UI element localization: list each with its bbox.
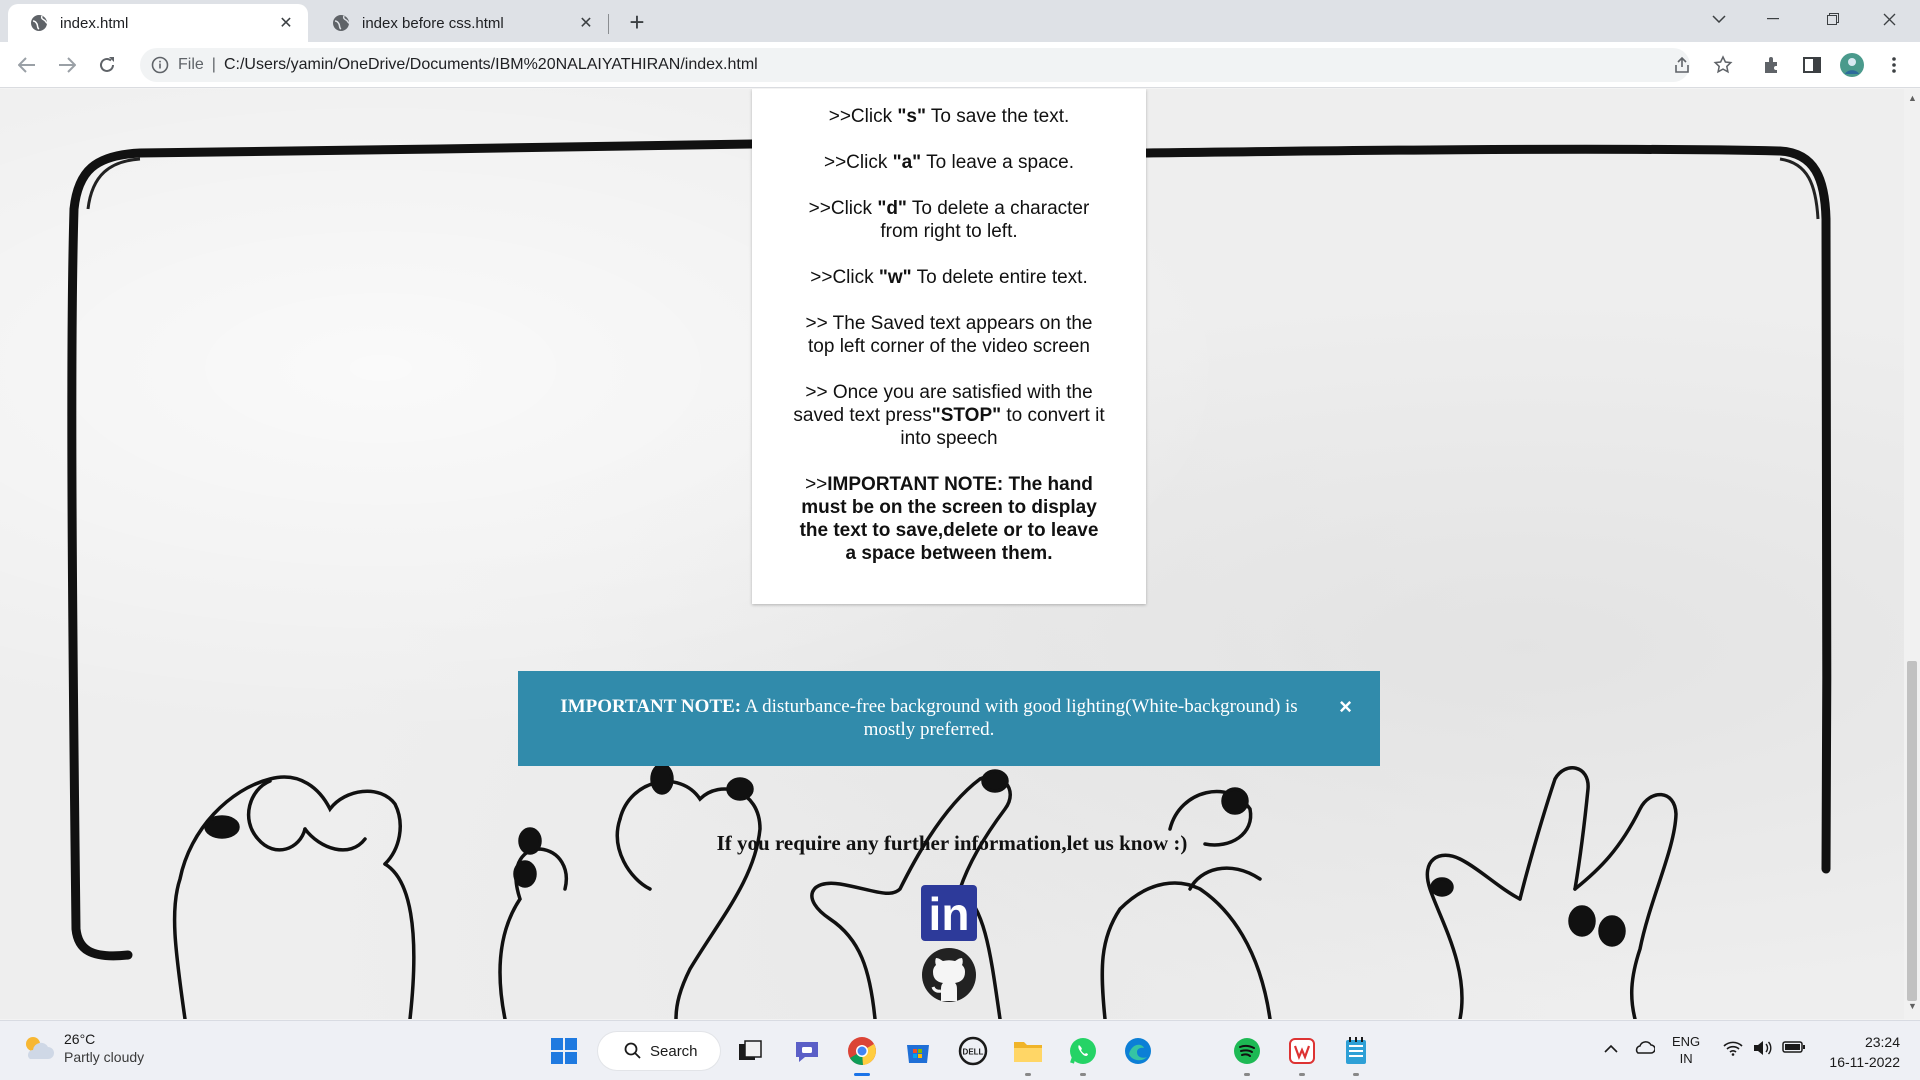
globe-icon	[31, 15, 48, 31]
windows-taskbar: 26°C Partly cloudy Search DELL ENG IN 23…	[0, 1020, 1920, 1080]
instruction-save: >>Click "s" To save the text.	[828, 106, 1070, 127]
page-viewport: >>Click "s" To save the text. >>Click "a…	[0, 89, 1904, 1019]
language-indicator[interactable]: ENG IN	[1672, 1033, 1700, 1067]
alert-title: IMPORTANT NOTE:	[560, 696, 742, 717]
microsoft-store-icon[interactable]	[901, 1034, 935, 1068]
info-icon[interactable]	[150, 55, 170, 75]
weather-temperature: 26°C	[64, 1031, 96, 1047]
side-panel-icon[interactable]	[1798, 51, 1826, 79]
instruction-important-note: >>IMPORTANT NOTE: The hand must be on th…	[799, 474, 1099, 564]
minimize-button[interactable]	[1750, 4, 1796, 34]
teams-chat-icon[interactable]	[790, 1034, 824, 1068]
tab-index-before-css[interactable]: index before css.html ✕	[310, 4, 608, 42]
volume-icon[interactable]	[1752, 1040, 1772, 1059]
share-icon[interactable]	[1668, 51, 1696, 79]
svg-text:DELL: DELL	[963, 1048, 984, 1057]
forward-button[interactable]	[52, 50, 82, 80]
tray-overflow-chevron-icon[interactable]	[1604, 1041, 1618, 1057]
clock-date: 16-11-2022	[1829, 1054, 1900, 1070]
battery-icon[interactable]	[1782, 1040, 1806, 1057]
bookmark-star-icon[interactable]	[1709, 51, 1737, 79]
search-icon	[624, 1042, 641, 1059]
tab-title: index before css.html	[362, 14, 504, 32]
notepad-icon[interactable]	[1339, 1034, 1373, 1076]
onedrive-cloud-icon[interactable]	[1633, 1040, 1656, 1057]
address-divider: |	[211, 56, 216, 73]
tab-search-chevron-icon[interactable]	[1696, 4, 1742, 34]
dell-icon[interactable]: DELL	[956, 1034, 990, 1068]
wps-icon[interactable]	[1285, 1034, 1319, 1076]
search-label: Search	[650, 1042, 698, 1060]
close-icon[interactable]: ✕	[574, 11, 598, 35]
instructions-card: >>Click "s" To save the text. >>Click "a…	[752, 89, 1146, 604]
contact-text: If you require any further information,l…	[716, 831, 1188, 855]
chrome-icon[interactable]	[845, 1034, 879, 1076]
scrollbar-thumb[interactable]	[1907, 661, 1917, 1001]
task-view-icon[interactable]	[733, 1034, 767, 1068]
taskbar-search[interactable]: Search	[598, 1032, 720, 1070]
instruction-stop: >> Once you are satisfied with the saved…	[793, 382, 1105, 449]
linkedin-icon[interactable]: in	[921, 885, 977, 941]
clock[interactable]: 23:24 16-11-2022	[1820, 1032, 1900, 1072]
edge-icon[interactable]	[1121, 1034, 1155, 1068]
weather-widget[interactable]: 26°C Partly cloudy	[20, 1031, 144, 1065]
instruction-delete-all: >>Click "w" To delete entire text.	[810, 267, 1088, 288]
windows-start-icon[interactable]	[547, 1034, 581, 1068]
instruction-saved-text-location: >> The Saved text appears on the top lef…	[805, 313, 1093, 357]
back-button[interactable]	[12, 50, 42, 80]
profile-avatar[interactable]	[1838, 51, 1866, 79]
browser-toolbar: File | C:/Users/yamin/OneDrive/Documents…	[0, 42, 1920, 88]
close-window-button[interactable]	[1866, 4, 1912, 34]
important-note-alert: IMPORTANT NOTE: A disturbance-free backg…	[518, 671, 1380, 766]
whatsapp-icon[interactable]	[1066, 1034, 1100, 1076]
tab-separator	[608, 14, 609, 34]
alert-message: A disturbance-free background with good …	[741, 696, 1298, 740]
clock-time: 23:24	[1864, 1034, 1900, 1050]
close-icon[interactable]: ×	[1339, 695, 1352, 718]
globe-icon	[333, 15, 350, 31]
menu-kebab-icon[interactable]	[1880, 51, 1908, 79]
browser-tabstrip: index.html ✕ index before css.html ✕ +	[0, 0, 1920, 42]
page-scrollbar[interactable]: ▲ ▼	[1904, 89, 1920, 1019]
github-icon[interactable]	[921, 947, 977, 1003]
new-tab-button[interactable]: +	[622, 7, 652, 37]
instruction-delete-char: >>Click "d" To delete a character from r…	[808, 198, 1090, 242]
tab-index-html[interactable]: index.html ✕	[8, 4, 308, 42]
scroll-up-arrow-icon[interactable]: ▲	[1908, 93, 1917, 103]
wifi-icon[interactable]	[1723, 1040, 1743, 1059]
url-text[interactable]: C:/Users/yamin/OneDrive/Documents/IBM%20…	[224, 56, 758, 74]
scheme-label: File	[178, 56, 204, 73]
spotify-icon[interactable]	[1230, 1034, 1264, 1076]
tab-title: index.html	[60, 14, 129, 32]
scroll-down-arrow-icon[interactable]: ▼	[1908, 1001, 1917, 1011]
address-bar[interactable]: File | C:/Users/yamin/OneDrive/Documents…	[140, 48, 1690, 82]
reload-button[interactable]	[92, 50, 122, 80]
weather-condition: Partly cloudy	[64, 1049, 145, 1065]
instruction-space: >>Click "a" To leave a space.	[823, 152, 1075, 173]
file-explorer-icon[interactable]	[1011, 1034, 1045, 1076]
extensions-icon[interactable]	[1758, 51, 1786, 79]
restore-button[interactable]	[1810, 4, 1856, 34]
close-icon[interactable]: ✕	[274, 11, 298, 35]
partly-cloudy-icon	[26, 1037, 54, 1059]
